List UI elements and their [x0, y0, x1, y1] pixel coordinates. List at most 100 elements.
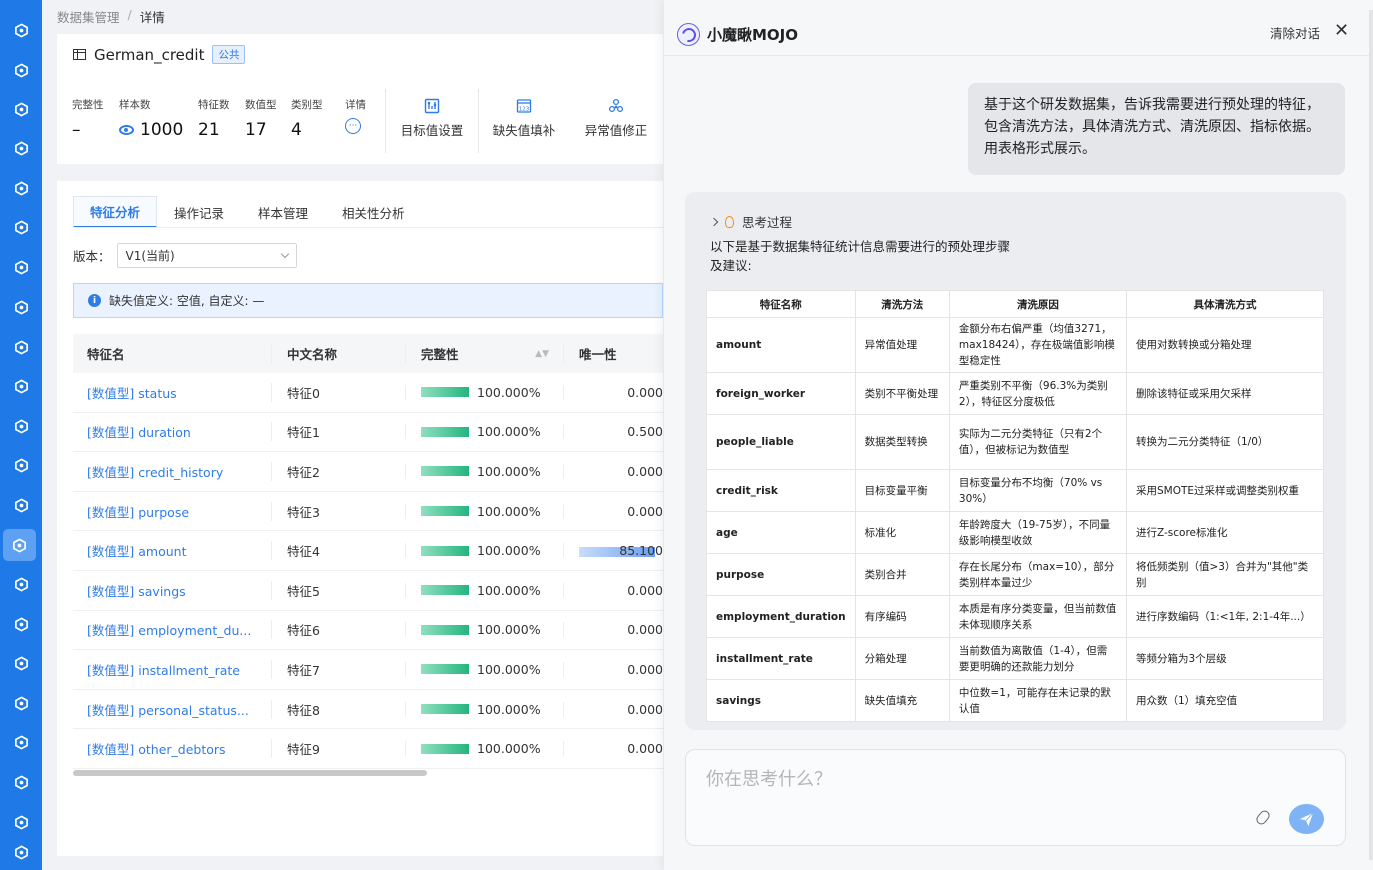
nav-list[interactable]	[0, 726, 42, 758]
sort-icon[interactable]: ▲▼	[535, 349, 549, 359]
method-cell: 有序编码	[854, 595, 950, 638]
feature-type[interactable]: [数值型]	[87, 623, 134, 638]
nav-document[interactable]	[0, 608, 42, 640]
feature-name-cell[interactable]: [数值型] savings	[73, 581, 271, 600]
method-cell: 标准化	[854, 511, 950, 554]
uniqueness-value: 0.000	[627, 582, 663, 598]
feature-name-cell[interactable]: [数值型] employment_du...	[73, 620, 271, 639]
feature-type[interactable]: [数值型]	[87, 544, 134, 559]
tab-correlation-analysis[interactable]: 相关性分析	[325, 196, 422, 228]
feature-name-cell[interactable]: [数值型] amount	[73, 541, 271, 560]
feature-type[interactable]: [数值型]	[87, 742, 134, 757]
uniqueness-value: 0.000	[627, 701, 663, 717]
feature-name-cell[interactable]: [数值型] purpose	[73, 502, 271, 521]
chinese-name-cell: 特征2	[271, 461, 405, 481]
nav-cube[interactable]	[0, 93, 42, 125]
preprocessing-row: age 标准化 年龄跨度大（19-75岁），不同量级影响模型收敛 进行Z-score标…	[706, 511, 1325, 554]
horizontal-scrollbar[interactable]	[73, 770, 427, 776]
feature-name[interactable]: other_debtors	[138, 742, 225, 757]
target-setting-button[interactable]: 目标值设置	[400, 98, 464, 139]
method-cell: 数据类型转换	[854, 414, 950, 470]
nav-dashboard[interactable]	[0, 14, 42, 46]
chat-input-box[interactable]: 你在思考什么？	[685, 749, 1346, 846]
feature-rows: [数值型] status 特征0 100.000% 0.000 [数值型] durati…	[73, 373, 663, 769]
nav-code[interactable]	[0, 806, 42, 838]
feature-name[interactable]: savings	[138, 584, 185, 599]
feature-type[interactable]: [数值型]	[87, 505, 134, 520]
feature-name-cell[interactable]: [数值型] duration	[73, 422, 271, 441]
uniqueness-cell: 0.000	[563, 622, 663, 638]
stat-numeric: 数值型 17	[245, 97, 277, 140]
clear-conversation-button[interactable]: 清除对话	[1270, 23, 1320, 42]
nav-dataset[interactable]	[3, 529, 36, 561]
feature-name[interactable]: duration	[138, 425, 191, 440]
close-icon[interactable]: ✕	[1334, 22, 1349, 40]
document-icon	[14, 616, 28, 632]
feature-name[interactable]: status	[138, 386, 176, 401]
feature-type[interactable]: [数值型]	[87, 465, 134, 480]
cloud-icon	[14, 378, 28, 394]
nav-bar-board[interactable]	[0, 251, 42, 283]
breadcrumb-parent[interactable]: 数据集管理	[57, 7, 120, 26]
nav-database[interactable]	[0, 291, 42, 323]
approach-cell: 用众数（1）填充空值	[1125, 679, 1325, 722]
feature-name[interactable]: installment_rate	[138, 663, 240, 678]
tab-operation-log[interactable]: 操作记录	[157, 196, 241, 228]
reason-cell: 金额分布右偏严重（均值3271，max18424），存在极端值影响模型稳定性	[948, 317, 1127, 373]
nav-grid-table[interactable]	[0, 489, 42, 521]
divider	[478, 89, 479, 153]
table-row: [数值型] employment_du... 特征6 100.000% 0.000	[73, 611, 663, 651]
nav-cube[interactable]	[0, 172, 42, 204]
nav-bar-chart[interactable]	[0, 410, 42, 442]
tab-feature-analysis[interactable]: 特征分析	[73, 196, 158, 228]
nav-database[interactable]	[0, 568, 42, 600]
nav-cube[interactable]	[0, 132, 42, 164]
feature-type[interactable]: [数值型]	[87, 663, 134, 678]
feature-cell: savings	[706, 679, 856, 722]
feature-name-cell[interactable]: [数值型] status	[73, 383, 271, 402]
feature-name-cell[interactable]: [数值型] other_debtors	[73, 739, 271, 758]
feature-analysis-panel: 特征分析 操作记录 样本管理 相关性分析 版本： V1(当前) i 缺失值定义:…	[57, 181, 663, 856]
action-label: 异常值修正	[584, 123, 648, 138]
missing-fill-button[interactable]: 123 缺失值填补	[492, 98, 556, 139]
eye-icon[interactable]	[119, 125, 134, 135]
preprocessing-row: employment_duration 有序编码 本质是有序分类变量，但当前数值未体…	[706, 595, 1325, 638]
tab-divider	[73, 227, 663, 228]
version-select[interactable]: V1(当前)	[116, 243, 297, 268]
nav-search-list[interactable]	[0, 449, 42, 481]
feature-name[interactable]: credit_history	[138, 465, 223, 480]
feature-name[interactable]: employment_du...	[138, 623, 251, 638]
uniqueness-value: 0.000	[627, 741, 663, 757]
nav-monitor-chart[interactable]	[0, 331, 42, 363]
line-chart-icon	[14, 219, 28, 235]
nav-cube[interactable]	[0, 54, 42, 86]
feature-type[interactable]: [数值型]	[87, 703, 134, 718]
feature-name[interactable]: personal_status...	[138, 703, 249, 718]
feature-type[interactable]: [数值型]	[87, 425, 134, 440]
attachment-icon[interactable]	[1254, 808, 1272, 827]
stat-value: 21	[198, 120, 220, 140]
feature-name[interactable]: purpose	[138, 505, 189, 520]
more-details-icon[interactable]: ···	[345, 118, 361, 134]
nav-line-chart[interactable]	[0, 211, 42, 243]
feature-name[interactable]: amount	[138, 544, 186, 559]
nav-cloud[interactable]	[0, 370, 42, 402]
chat-header: 小魔瞅MOJO 清除对话 ✕	[664, 0, 1373, 56]
header-completeness[interactable]: 完整性 ▲▼	[405, 344, 563, 363]
nav-exit[interactable]	[0, 836, 42, 868]
hexagon-icon	[14, 655, 28, 671]
feature-type[interactable]: [数值型]	[87, 386, 134, 401]
nav-hexagon[interactable]	[0, 647, 42, 679]
send-button[interactable]	[1289, 804, 1324, 834]
feature-type[interactable]: [数值型]	[87, 584, 134, 599]
nav-network[interactable]	[0, 687, 42, 719]
tab-sample-management[interactable]: 样本管理	[241, 196, 325, 228]
thinking-toggle[interactable]: 思考过程	[709, 212, 792, 231]
feature-name-cell[interactable]: [数值型] installment_rate	[73, 660, 271, 679]
feature-name-cell[interactable]: [数值型] credit_history	[73, 462, 271, 481]
table-row: [数值型] personal_status... 特征8 100.000% 0.000	[73, 690, 663, 730]
nav-cube[interactable]	[0, 766, 42, 798]
vertical-scrollbar[interactable]	[1369, 10, 1373, 860]
feature-name-cell[interactable]: [数值型] personal_status...	[73, 700, 271, 719]
outlier-fix-button[interactable]: 异常值修正	[584, 98, 648, 139]
